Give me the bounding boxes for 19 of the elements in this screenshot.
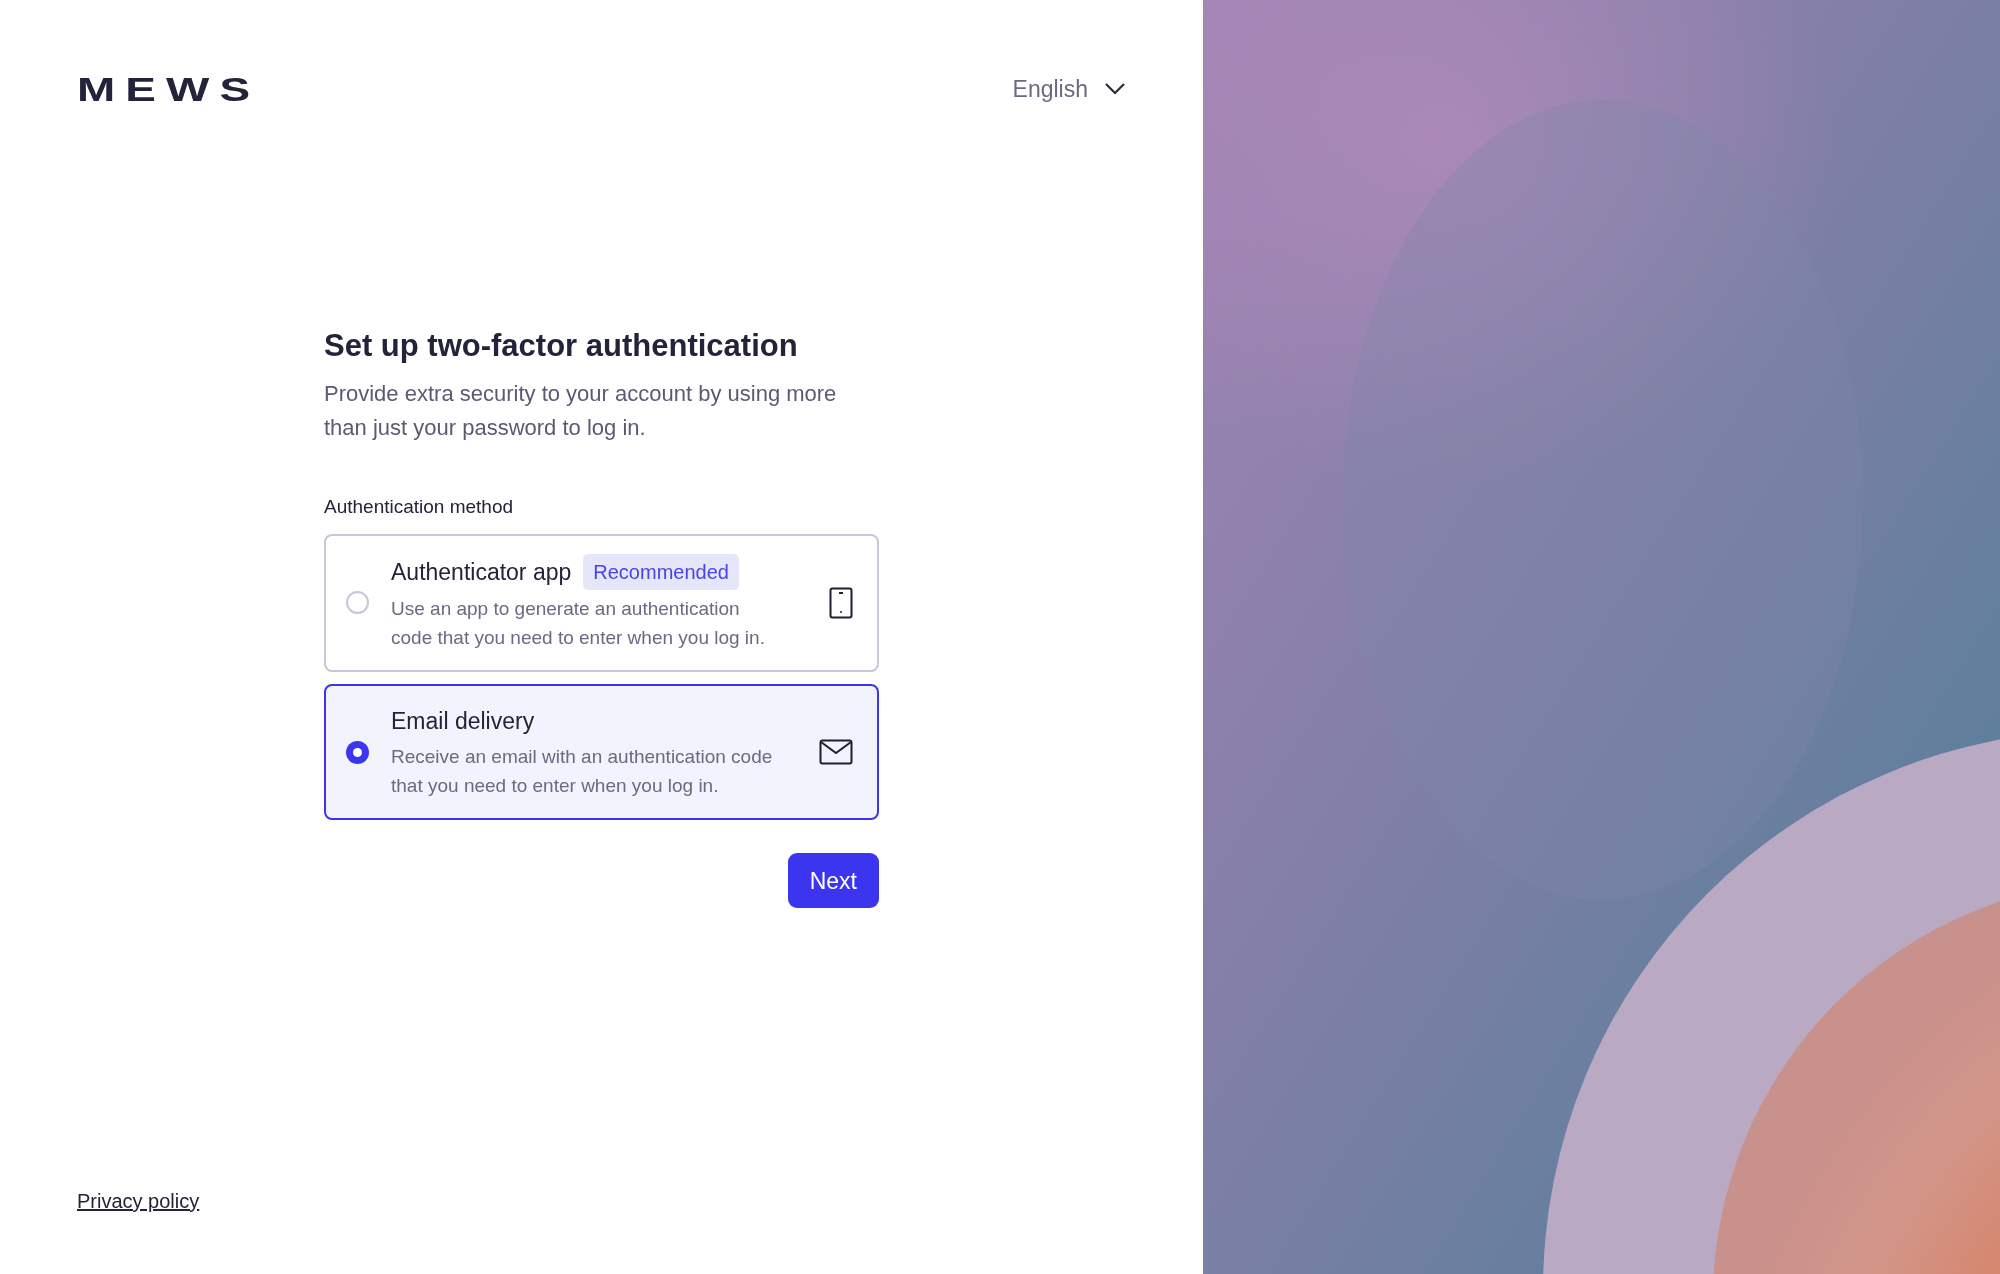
recommended-badge: Recommended <box>583 553 739 590</box>
privacy-policy-link[interactable]: Privacy policy <box>77 1190 200 1212</box>
option-description: Receive an email with an authentication code that you need to enter when you log in. <box>391 745 774 799</box>
method-label: Authentication method <box>324 495 515 520</box>
radio-button[interactable] <box>346 740 369 764</box>
chevron-down-icon <box>1104 82 1126 97</box>
next-button[interactable]: Next <box>787 853 879 909</box>
radio-button[interactable] <box>346 591 369 615</box>
mail-icon <box>819 739 853 765</box>
option-description: Use an app to generate an authentication code that you need to enter when you log in. <box>391 596 766 650</box>
logo: MEWS <box>77 72 261 107</box>
language-select[interactable]: English <box>1012 72 1126 107</box>
option-title: Email delivery <box>391 706 535 736</box>
method-option[interactable]: Email delivery Receive an email with an authentication code that you need to enter when you log in. <box>324 683 879 821</box>
page-subtitle: Provide extra security to your account by using more than just your password to log in. <box>324 380 838 443</box>
page-title: Set up two-factor authentication <box>324 326 799 365</box>
option-title: Authenticator app <box>391 557 572 587</box>
phone-icon <box>829 586 853 619</box>
method-option[interactable]: Authenticator app Recommended Use an app to generate an authentication code that you need to enter when you log in. <box>324 533 879 672</box>
